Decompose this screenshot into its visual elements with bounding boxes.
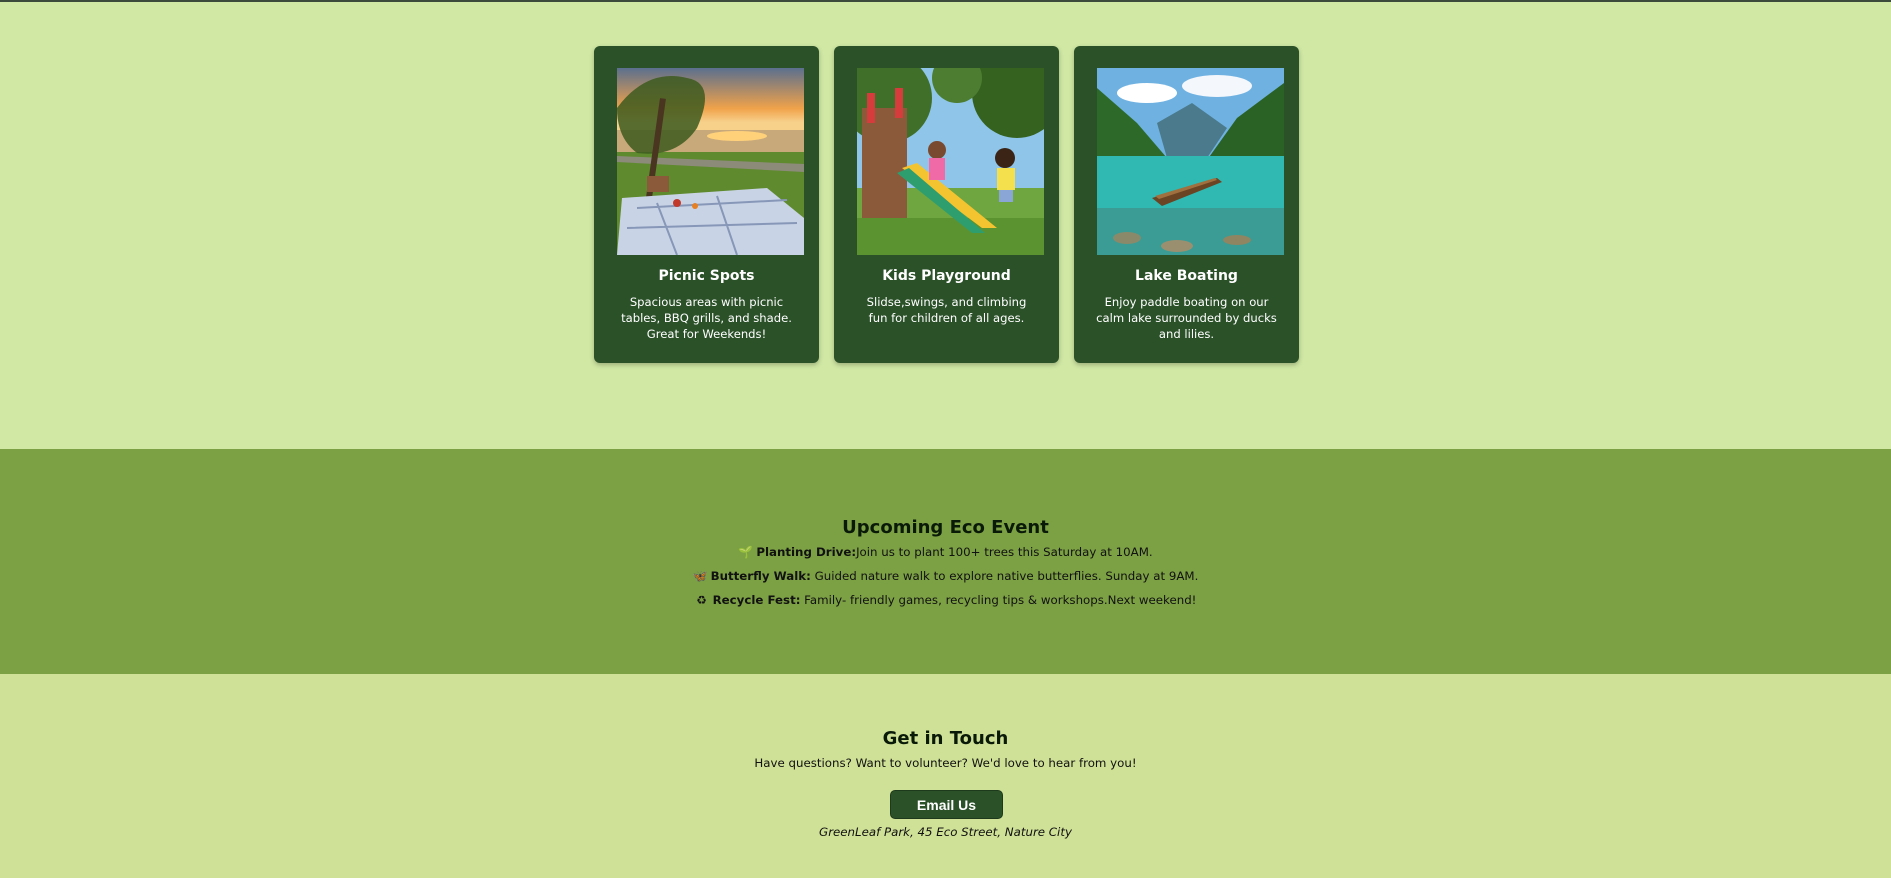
events-section: Upcoming Eco Event 🌱 Planting Drive:Join … [0,449,1891,674]
lake-image [1097,68,1284,255]
contact-title: Get in Touch [882,728,1009,749]
activities-section: Picnic Spots Spacious areas with picnic … [0,2,1891,449]
card-description: Spacious areas with picnic tables, BBQ g… [621,295,792,341]
butterfly-icon: 🦋 [692,569,708,583]
activity-card-lake-boating[interactable]: Lake Boating Enjoy paddle boating on our… [1074,46,1299,363]
card-title: Kids Playground [882,268,1011,284]
event-item: ♻ Recycle Fest: Family- friendly games, r… [0,593,1891,607]
events-title: Upcoming Eco Event [842,517,1049,538]
event-name: Planting Drive: [756,545,857,559]
recycle-icon: ♻ [696,593,707,607]
event-item: 🦋 Butterfly Walk: Guided nature walk to e… [0,569,1891,583]
contact-subtitle: Have questions? Want to volunteer? We'd … [754,756,1137,770]
address-text: GreenLeaf Park, 45 Eco Street, Nature Ci… [819,825,1072,839]
event-text: Guided nature walk to explore native but… [810,569,1199,583]
contact-section: Get in Touch Have questions? Want to vol… [0,674,1891,878]
event-text: Join us to plant 100+ trees this Saturda… [856,545,1153,559]
picnic-image [617,68,804,255]
card-title: Picnic Spots [658,268,755,284]
activity-card-playground[interactable]: Kids Playground Slidse,swings, and climb… [834,46,1059,363]
email-us-button[interactable]: Email Us [890,790,1003,819]
card-title: Lake Boating [1135,268,1238,284]
activity-card-picnic[interactable]: Picnic Spots Spacious areas with picnic … [594,46,819,363]
event-name: Butterfly Walk: [710,569,811,583]
card-description: Enjoy paddle boating on our calm lake su… [1096,295,1277,341]
card-description: Slidse,swings, and climbing fun for chil… [866,295,1027,325]
event-name: Recycle Fest: [712,593,801,607]
event-item: 🌱 Planting Drive:Join us to plant 100+ tr… [0,545,1891,559]
event-text: Family- friendly games, recycling tips &… [800,593,1197,607]
seedling-icon: 🌱 [738,545,754,559]
playground-image [857,68,1044,255]
